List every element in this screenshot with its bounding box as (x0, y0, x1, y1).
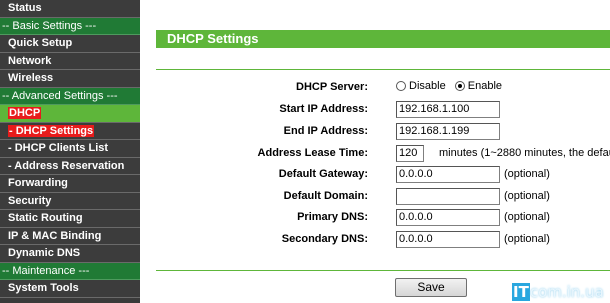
secondary-dns-label: Secondary DNS: (281, 233, 368, 245)
top-divider (156, 69, 610, 70)
sidebar-item-address-reservation[interactable]: - Address Reservation (0, 157, 140, 175)
domain-label: Default Domain: (283, 190, 368, 202)
sidebar-item-static-routing[interactable]: Static Routing (0, 210, 140, 228)
gateway-label: Default Gateway: (278, 168, 368, 180)
sidebar-item-dhcp[interactable]: DHCP (0, 105, 140, 123)
dhcp-disable-radio[interactable] (396, 81, 406, 91)
dhcp-server-label: DHCP Server: (296, 81, 368, 93)
secondary-dns-note: (optional) (504, 233, 550, 245)
secondary-dns-row: Secondary DNS: 0.0.0.0 (optional) (156, 229, 610, 249)
sidebar-item-network[interactable]: Network (0, 52, 140, 70)
lease-time-note: minutes (1~2880 minutes, the default (439, 147, 610, 159)
lease-time-label: Address Lease Time: (257, 147, 368, 159)
sidebar-item-system-tools[interactable]: System Tools (0, 280, 140, 298)
sidebar-item-ip-mac-binding[interactable]: IP & MAC Binding (0, 227, 140, 245)
sidebar-item-dynamic-dns[interactable]: Dynamic DNS (0, 245, 140, 263)
bottom-divider (156, 270, 610, 271)
dhcp-disable-label: Disable (409, 80, 446, 92)
lease-time-input[interactable]: 120 (396, 145, 424, 162)
sidebar-section-maintenance: -- Maintenance --- (0, 262, 140, 280)
primary-dns-input[interactable]: 0.0.0.0 (396, 209, 500, 226)
sidebar-section-basic-settings: -- Basic Settings --- (0, 17, 140, 35)
primary-dns-row: Primary DNS: 0.0.0.0 (optional) (156, 207, 610, 227)
sidebar-item-quick-setup[interactable]: Quick Setup (0, 35, 140, 53)
sidebar-item-wireless[interactable]: Wireless (0, 70, 140, 88)
watermark-logo: ITcom.in.ua (512, 283, 604, 301)
start-ip-label: Start IP Address: (279, 103, 368, 115)
sidebar-item-dhcp-clients-list[interactable]: - DHCP Clients List (0, 140, 140, 158)
sidebar-item-dhcp-label: DHCP (8, 107, 42, 119)
end-ip-label: End IP Address: (283, 125, 368, 137)
watermark-brand-a: IT (512, 283, 530, 301)
lease-time-row: Address Lease Time: 120 minutes (1~2880 … (156, 143, 610, 163)
sidebar-menu: Status -- Basic Settings --- Quick Setup… (0, 0, 140, 303)
page-title: DHCP Settings (167, 31, 259, 46)
save-button[interactable]: Save (395, 278, 467, 297)
primary-dns-note: (optional) (504, 211, 550, 223)
gateway-row: Default Gateway: 0.0.0.0 (optional) (156, 164, 610, 184)
end-ip-input[interactable]: 192.168.1.199 (396, 123, 500, 140)
gateway-note: (optional) (504, 168, 550, 180)
domain-row: Default Domain: (optional) (156, 186, 610, 206)
dhcp-enable-radio[interactable] (454, 81, 465, 91)
start-ip-row: Start IP Address: 192.168.1.100 (156, 99, 610, 119)
secondary-dns-input[interactable]: 0.0.0.0 (396, 231, 500, 248)
sidebar-section-advanced-settings: -- Advanced Settings --- (0, 87, 140, 105)
sidebar-item-dhcp-settings[interactable]: - DHCP Settings (0, 122, 140, 140)
dhcp-enable-label: Enable (467, 80, 503, 92)
domain-note: (optional) (504, 190, 550, 202)
sidebar-item-security[interactable]: Security (0, 192, 140, 210)
domain-input[interactable] (396, 188, 500, 205)
primary-dns-label: Primary DNS: (297, 211, 368, 223)
end-ip-row: End IP Address: 192.168.1.199 (156, 121, 610, 141)
sidebar-item-forwarding[interactable]: Forwarding (0, 175, 140, 193)
sidebar-item-status[interactable]: Status (0, 0, 140, 18)
dhcp-server-row: DHCP Server: Disable Enable (156, 77, 610, 97)
gateway-input[interactable]: 0.0.0.0 (396, 166, 500, 183)
start-ip-input[interactable]: 192.168.1.100 (396, 101, 500, 118)
watermark-brand-b: com.in.ua (529, 283, 604, 301)
sidebar-item-dhcp-settings-label: - DHCP Settings (8, 124, 95, 137)
